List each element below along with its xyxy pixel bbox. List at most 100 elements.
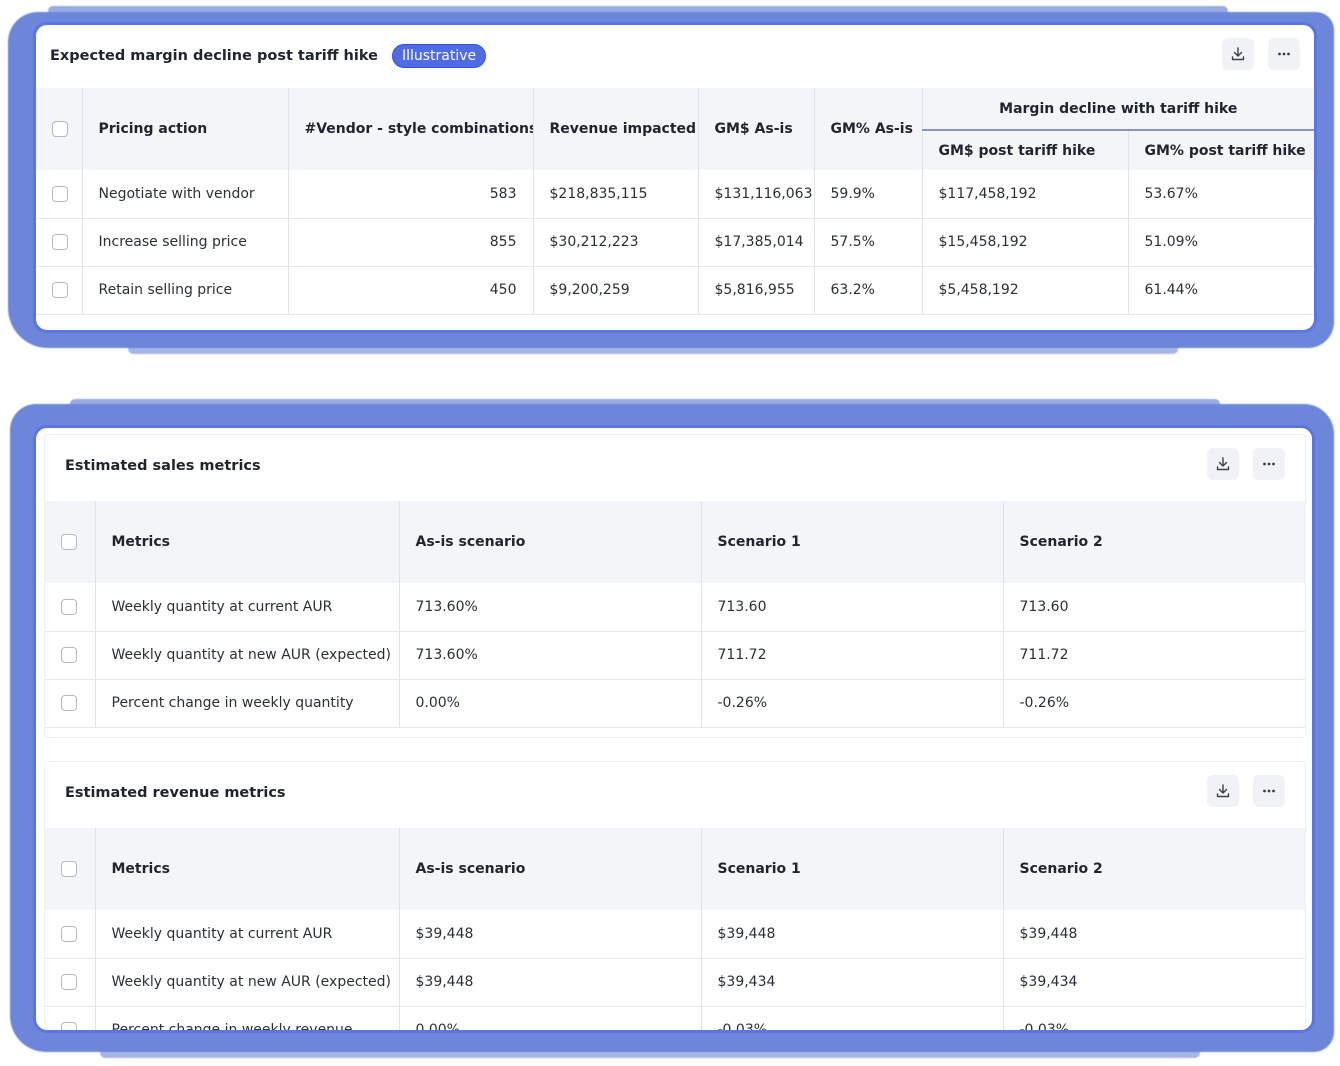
combos-cell: 855 [288, 218, 534, 267]
gmpct-asis-cell: 57.5% [814, 218, 923, 267]
more-horizontal-icon [1263, 462, 1275, 466]
revenue-cell: $30,212,223 [533, 218, 699, 267]
row-checkbox[interactable] [61, 695, 77, 711]
col-revenue-impacted[interactable]: Revenue impacted [533, 88, 699, 170]
col-asis[interactable]: As-is scenario [399, 828, 702, 910]
gm-asis-cell: $131,116,063 [698, 170, 815, 219]
sales-metrics-section: Estimated sales metrics Metrics As-is sc… [44, 434, 1306, 738]
col-gm-dollar-asis[interactable]: GM$ As-is [698, 88, 815, 170]
gm-asis-cell: $5,816,955 [698, 266, 815, 315]
revenue-cell: $9,200,259 [533, 266, 699, 315]
sales-title: Estimated sales metrics [65, 458, 261, 474]
sales-table: Metrics As-is scenario Scenario 1 Scenar… [45, 501, 1305, 728]
asis-cell: $39,448 [399, 958, 702, 1007]
row-checkbox[interactable] [61, 974, 77, 990]
table-row: Negotiate with vendor 583 $218,835,115 $… [36, 170, 1314, 219]
asis-cell: 0.00% [399, 679, 702, 728]
pricing-action-cell: Increase selling price [82, 218, 289, 267]
download-button[interactable] [1207, 448, 1239, 480]
row-checkbox[interactable] [52, 282, 68, 298]
metric-cell: Percent change in weekly quantity [95, 679, 400, 728]
asis-cell: 713.60% [399, 583, 702, 632]
col-scenario-1[interactable]: Scenario 1 [701, 501, 1004, 583]
row-checkbox[interactable] [61, 647, 77, 663]
gm-post-cell: $117,458,192 [922, 170, 1129, 219]
sales-header: Estimated sales metrics [45, 435, 1305, 497]
asis-cell: 0.00% [399, 1006, 702, 1030]
download-icon [1216, 457, 1230, 471]
more-options-button[interactable] [1268, 38, 1300, 70]
row-checkbox[interactable] [61, 925, 77, 942]
col-metrics[interactable]: Metrics [95, 828, 400, 910]
gm-post-cell: $5,458,192 [922, 266, 1129, 315]
more-options-button[interactable] [1253, 448, 1285, 480]
scenario-2-cell: 713.60 [1003, 583, 1305, 632]
combos-cell: 583 [288, 170, 534, 219]
more-options-button[interactable] [1253, 775, 1285, 807]
table-row: Increase selling price 855 $30,212,223 $… [36, 218, 1314, 267]
gmpct-post-cell: 51.09% [1128, 218, 1314, 267]
col-vendor-style[interactable]: #Vendor - style combinations [288, 88, 534, 170]
table-row: Weekly quantity at new AUR (expected) $3… [45, 958, 1305, 1007]
download-icon [1231, 47, 1245, 61]
download-button[interactable] [1207, 775, 1239, 807]
col-asis[interactable]: As-is scenario [399, 501, 702, 583]
metric-cell: Weekly quantity at current AUR [95, 583, 400, 632]
margin-table: Pricing action #Vendor - style combinati… [36, 88, 1314, 315]
scenario-1-cell: 713.60 [701, 583, 1004, 632]
revenue-table: Metrics As-is scenario Scenario 1 Scenar… [45, 828, 1305, 1030]
scenario-1-cell: -0.03% [701, 1006, 1004, 1030]
table-row: Percent change in weekly revenue 0.00% -… [45, 1006, 1305, 1030]
scenario-2-cell: $39,434 [1003, 958, 1305, 1007]
col-scenario-2[interactable]: Scenario 2 [1003, 501, 1305, 583]
gmpct-post-cell: 53.67% [1128, 170, 1314, 219]
scenario-1-cell: 711.72 [701, 631, 1004, 680]
scenario-1-cell: -0.26% [701, 679, 1004, 728]
row-checkbox[interactable] [52, 185, 68, 202]
scenario-1-cell: $39,434 [701, 958, 1004, 1007]
margin-decline-card: Expected margin decline post tariff hike… [33, 22, 1317, 333]
scenario-2-cell: -0.03% [1003, 1006, 1305, 1030]
more-horizontal-icon [1263, 789, 1275, 793]
col-scenario-1[interactable]: Scenario 1 [701, 828, 1004, 910]
col-pricing-action[interactable]: Pricing action [82, 88, 289, 170]
row-checkbox[interactable] [61, 598, 77, 615]
select-all-checkbox[interactable] [52, 121, 68, 137]
margin-card-header: Expected margin decline post tariff hike… [36, 25, 1314, 87]
table-row: Weekly quantity at current AUR 713.60% 7… [45, 583, 1305, 632]
illustrative-badge: Illustrative [391, 44, 487, 68]
pricing-action-cell: Retain selling price [82, 266, 289, 315]
col-gm-dollar-post[interactable]: GM$ post tariff hike [922, 130, 1129, 170]
col-gm-pct-asis[interactable]: GM% As-is [814, 88, 923, 170]
select-all-checkbox[interactable] [61, 534, 77, 550]
select-all-checkbox[interactable] [61, 861, 77, 877]
pricing-action-cell: Negotiate with vendor [82, 170, 289, 219]
asis-cell: 713.60% [399, 631, 702, 680]
revenue-metrics-section: Estimated revenue metrics Metrics As-is … [44, 761, 1306, 1030]
table-row: Percent change in weekly quantity 0.00% … [45, 679, 1305, 728]
col-scenario-2[interactable]: Scenario 2 [1003, 828, 1305, 910]
metric-cell: Weekly quantity at new AUR (expected) [95, 958, 400, 1007]
download-icon [1216, 784, 1230, 798]
metric-cell: Weekly quantity at new AUR (expected) [95, 631, 400, 680]
table-row: Weekly quantity at current AUR $39,448 $… [45, 910, 1305, 959]
asis-cell: $39,448 [399, 910, 702, 959]
col-metrics[interactable]: Metrics [95, 501, 400, 583]
gmpct-asis-cell: 59.9% [814, 170, 923, 219]
revenue-title: Estimated revenue metrics [65, 785, 286, 801]
scenario-2-cell: $39,448 [1003, 910, 1305, 959]
col-gm-pct-post[interactable]: GM% post tariff hike [1128, 130, 1314, 170]
combos-cell: 450 [288, 266, 534, 315]
metric-cell: Percent change in weekly revenue [95, 1006, 400, 1030]
row-checkbox[interactable] [52, 234, 68, 250]
metric-cell: Weekly quantity at current AUR [95, 910, 400, 959]
gmpct-post-cell: 61.44% [1128, 266, 1314, 315]
row-checkbox[interactable] [61, 1022, 77, 1030]
table-row: Retain selling price 450 $9,200,259 $5,8… [36, 266, 1314, 315]
download-button[interactable] [1222, 38, 1254, 70]
select-all-cell [36, 88, 83, 170]
gm-asis-cell: $17,385,014 [698, 218, 815, 267]
group-header-margin-decline: Margin decline with tariff hike [922, 88, 1314, 131]
gmpct-asis-cell: 63.2% [814, 266, 923, 315]
metrics-card: Estimated sales metrics Metrics As-is sc… [33, 425, 1315, 1033]
